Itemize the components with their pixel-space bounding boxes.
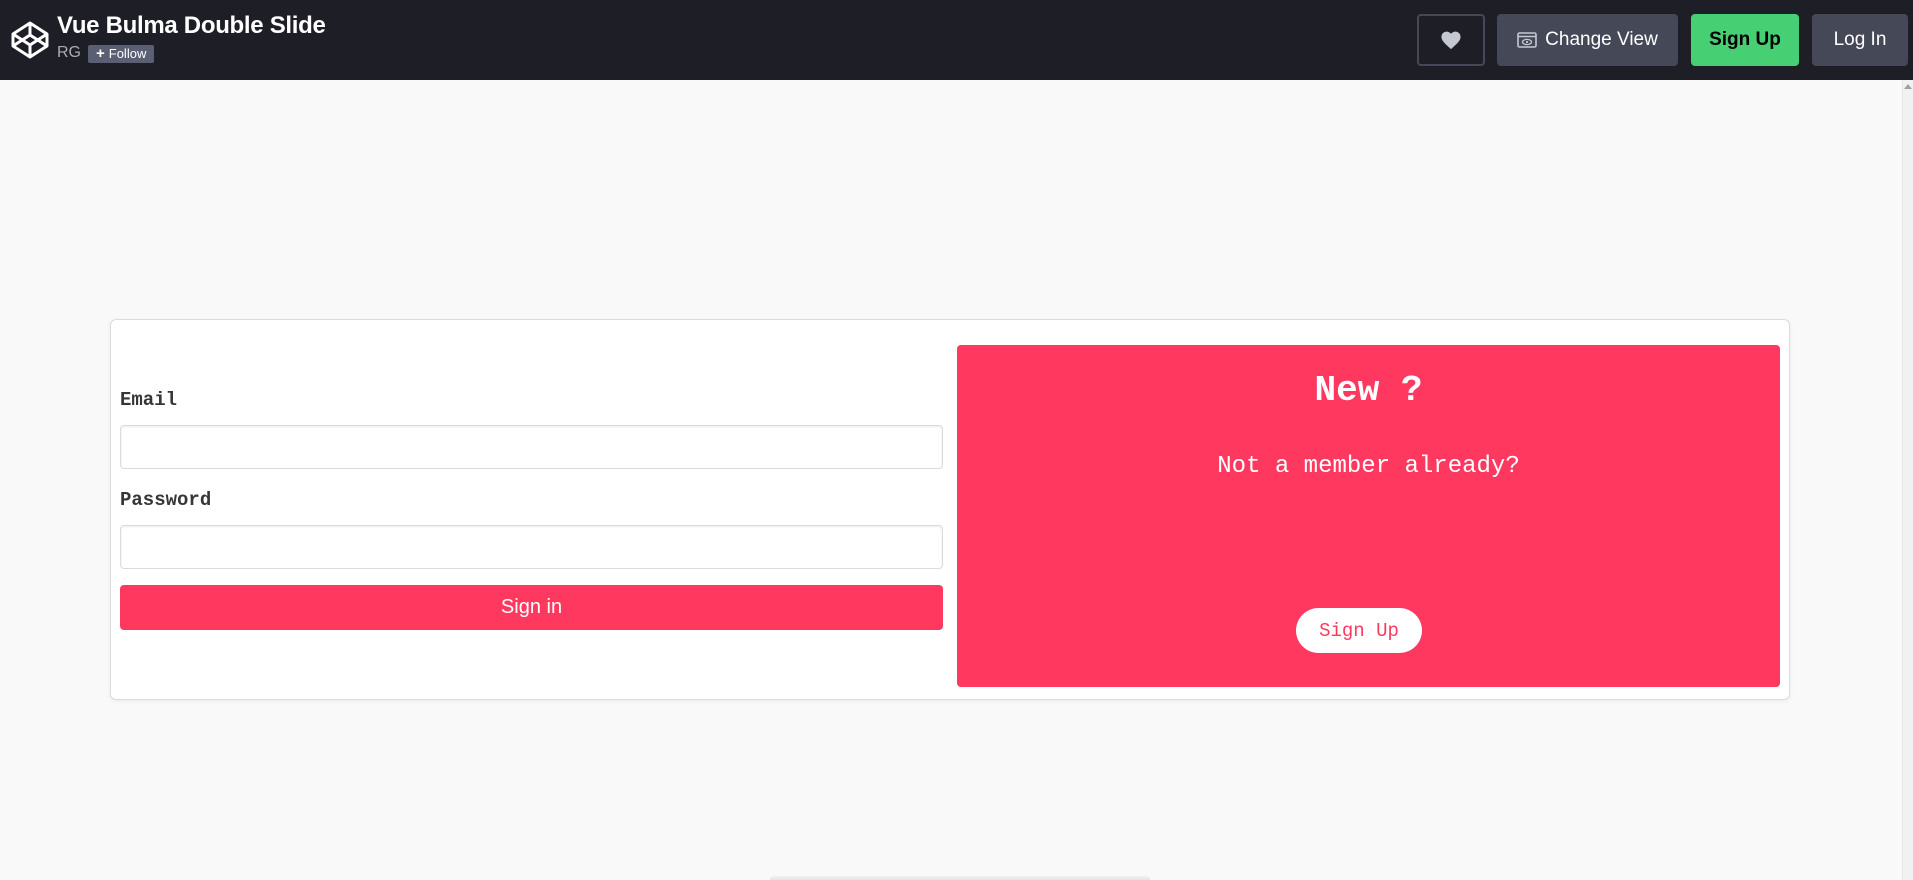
follow-label: Follow xyxy=(108,46,147,61)
login-button[interactable]: Log In xyxy=(1812,14,1908,66)
header-signup-button[interactable]: Sign Up xyxy=(1691,14,1799,66)
codepen-logo-icon[interactable] xyxy=(10,20,50,60)
top-bar: Vue Bulma Double Slide RG + Follow Chang… xyxy=(0,0,1913,80)
eye-window-icon xyxy=(1517,32,1537,48)
heart-icon xyxy=(1441,31,1461,50)
panel-title: New ? xyxy=(1314,370,1423,411)
plus-icon: + xyxy=(96,45,105,62)
password-label: Password xyxy=(120,489,212,511)
heart-button[interactable] xyxy=(1417,14,1485,66)
panel-subtitle: Not a member already? xyxy=(1217,453,1520,480)
email-label: Email xyxy=(120,389,178,411)
scroll-up-arrow-icon[interactable] xyxy=(1904,84,1912,89)
scrollbar[interactable] xyxy=(1902,80,1913,880)
email-field[interactable] xyxy=(120,425,943,469)
pen-title: Vue Bulma Double Slide xyxy=(57,12,326,39)
change-view-button[interactable]: Change View xyxy=(1497,14,1678,66)
sign-in-button[interactable]: Sign in xyxy=(120,585,943,630)
author-name[interactable]: RG xyxy=(57,44,81,62)
console-drawer-handle[interactable] xyxy=(770,876,1150,880)
follow-button[interactable]: + Follow xyxy=(88,45,155,63)
password-field[interactable] xyxy=(120,525,943,569)
change-view-label: Change View xyxy=(1545,29,1658,50)
panel-signup-button[interactable]: Sign Up xyxy=(1296,608,1422,653)
